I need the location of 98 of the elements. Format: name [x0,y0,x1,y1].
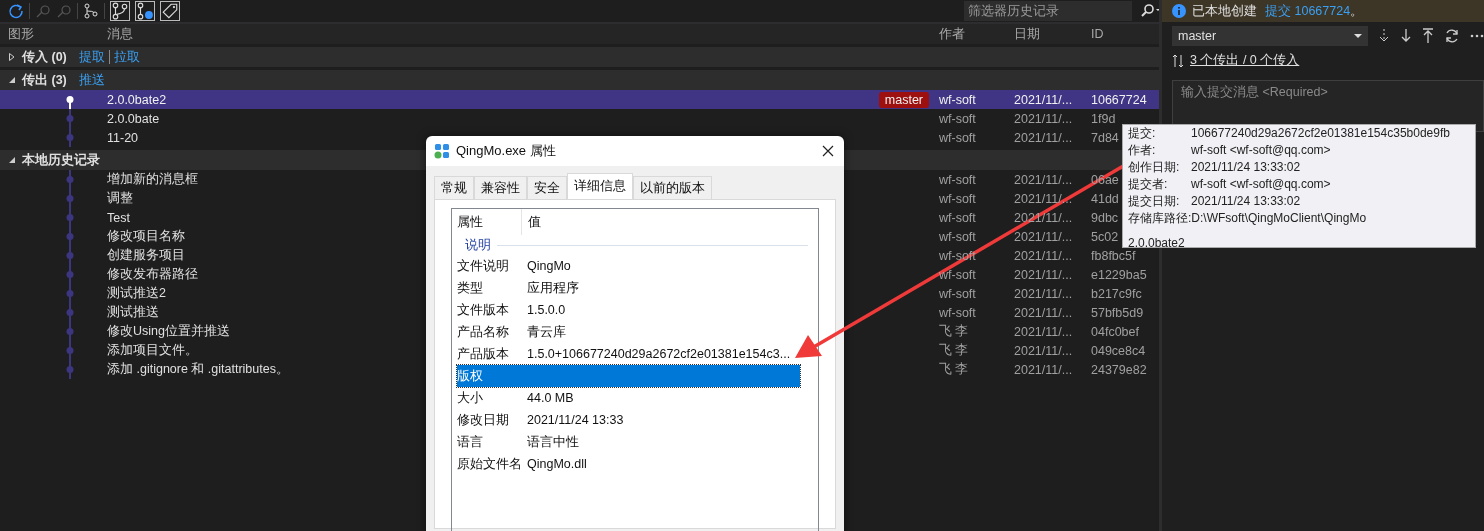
commit-id: 04fc0bef [1091,324,1139,339]
tooltip-value: wf-soft <wf-soft@qq.com> [1191,142,1331,159]
property-name: 产品版本 [457,345,510,363]
commit-id: e1229ba5 [1091,267,1147,282]
property-name: 语言 [457,433,484,451]
property-value: QingMo [527,259,571,273]
property-value: 44.0 MB [527,391,574,405]
commit-date: 2021/11/... [1014,130,1074,145]
property-value: QingMo.dll [527,457,587,471]
property-name: 修改日期 [457,411,510,429]
column-header: 作者 [939,25,966,43]
commit-id: 1f9d [1091,111,1116,126]
section-title: 本地历史记录 [22,151,100,169]
column-header: 值 [521,209,541,235]
commit-date: 2021/11/... [1014,343,1074,358]
property-value: 语言中性 [527,433,579,451]
commit-date: 2021/11/... [1014,248,1074,263]
commit-author: wf-soft [939,229,977,244]
dialog-title: QingMo.exe 属性 [456,142,556,160]
tooltip-label: 提交: [1128,125,1157,142]
commit-date: 2021/11/... [1014,172,1074,187]
commit-id: 7d84 [1091,130,1119,145]
column-header: 日期 [1014,25,1041,43]
commit-message: 修改Using位置并推送 [107,323,230,340]
commit-author: wf-soft [939,267,977,282]
commit-message: 测试推送 [107,304,159,321]
column-header: 属性 [457,213,484,231]
property-value: 1.5.0.0 [527,303,566,317]
commit-id: b217c9fc [1091,286,1142,301]
property-name: 文件版本 [457,301,510,319]
property-name: 大小 [457,389,484,407]
tooltip-value: 2021/11/24 13:33:02 [1191,159,1301,176]
column-header: 消息 [107,25,134,43]
commit-date: 2021/11/... [1014,286,1074,301]
commit-id: 57bfb5d9 [1091,305,1144,320]
commit-message: 2.0.0bate [107,111,160,126]
notice-end: 。 [1350,2,1364,20]
tooltip-label: 存储库路径: [1128,210,1192,227]
property-name: 类型 [457,279,484,297]
commit-id: 049ce8c4 [1091,343,1146,358]
commit-id: 24379e82 [1091,362,1147,377]
commit-message: Test [107,210,130,225]
commit-message: 创建服务项目 [107,247,185,264]
commit-message: 添加项目文件。 [107,342,198,359]
tooltip-value: 2021/11/24 13:33:02 [1191,193,1301,210]
commit-date: 2021/11/... [1014,111,1074,126]
commit-author: wf-soft [939,191,977,206]
property-value: 1.5.0+106677240d29a2672cf2e01381e154c3... [527,347,791,361]
commit-date: 2021/11/... [1014,267,1074,282]
commit-id: 41dd [1091,191,1119,206]
commit-id: 10667724 [1091,92,1147,107]
commit-author: wf-soft [939,130,977,145]
column-header: ID [1091,27,1105,41]
tooltip-label: 创作日期: [1128,159,1181,176]
tooltip-message: 2.0.0bate2 [1128,235,1186,251]
commit-message: 修改发布器路径 [107,266,198,283]
commit-author: 飞 李 [939,342,970,359]
commit-message: 11-20 [107,130,139,145]
commit-message: 添加 .gitignore 和 .gitattributes。 [107,361,289,378]
commit-author: wf-soft [939,92,977,107]
commit-author: 飞 李 [939,323,970,340]
property-name: 文件说明 [457,257,510,275]
commit-message: 增加新的消息框 [107,171,198,188]
tooltip-label: 作者: [1128,142,1157,159]
commit-author: wf-soft [939,172,977,187]
branch-tag: master [878,91,929,108]
commit-message: 修改项目名称 [107,228,185,245]
commit-id: 9dbc [1091,210,1119,225]
section-title: 传入 (0) [22,48,67,66]
commit-date: 2021/11/... [1014,92,1074,107]
commit-date: 2021/11/... [1014,324,1074,339]
tooltip-label: 提交者: [1128,176,1169,193]
tooltip-value: D:\WFsoft\QingMoClient\QingMo [1191,210,1367,227]
property-name: 原始文件名 [457,455,523,473]
commit-author: wf-soft [939,305,977,320]
commit-date: 2021/11/... [1014,305,1074,320]
commit-id: fb8fbc5f [1091,248,1136,263]
commit-message: 2.0.0bate2 [107,92,167,107]
property-value: 青云库 [527,323,566,341]
property-name: 产品名称 [457,323,510,341]
commit-id: 5c02 [1091,229,1119,244]
commit-date: 2021/11/... [1014,229,1074,244]
tooltip-label: 提交日期: [1128,193,1181,210]
group-header: 说明 [465,236,491,254]
commit-message: 测试推送2 [107,285,166,302]
section-title: 传出 (3) [22,71,67,89]
property-name: 版权 [457,367,484,385]
commit-date: 2021/11/... [1014,362,1074,377]
notice-text: 已本地创建 [1192,2,1257,20]
column-header: 图形 [7,25,35,43]
property-value: 2021/11/24 13:33 [527,413,624,427]
commit-message: 调整 [107,190,133,207]
property-value: 应用程序 [527,279,579,297]
commit-author: 飞 李 [939,361,970,378]
commit-author: wf-soft [939,111,977,126]
commit-author: wf-soft [939,286,977,301]
tooltip-value: wf-soft <wf-soft@qq.com> [1191,176,1331,193]
commit-author: wf-soft [939,210,977,225]
